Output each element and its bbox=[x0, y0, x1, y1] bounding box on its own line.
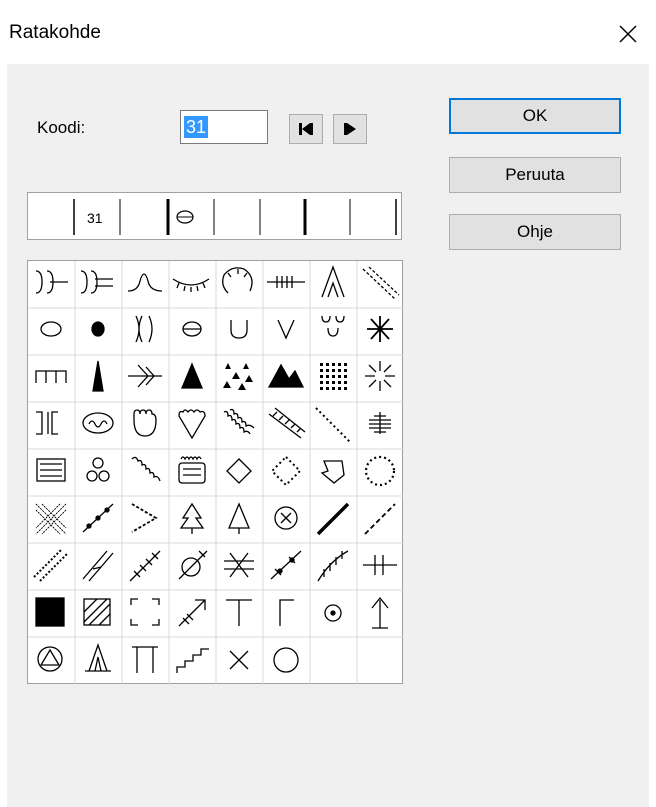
symbol-cell-46[interactable] bbox=[316, 502, 350, 536]
symbol-cell-21[interactable] bbox=[267, 363, 305, 388]
symbol-cell-10[interactable] bbox=[135, 315, 153, 343]
symbol-cell-68[interactable] bbox=[229, 650, 249, 670]
symbol-grid[interactable] bbox=[27, 260, 404, 685]
code-input[interactable]: 31 bbox=[180, 110, 268, 144]
window-title: Ratakohde bbox=[9, 22, 101, 43]
symbol-cell-9[interactable] bbox=[91, 321, 105, 337]
cancel-button[interactable]: Peruuta bbox=[449, 157, 621, 193]
symbol-cell-42[interactable] bbox=[131, 503, 158, 533]
symbol-cell-8[interactable] bbox=[40, 321, 62, 337]
symbol-cell-43[interactable] bbox=[179, 502, 205, 534]
symbol-cell-12[interactable] bbox=[230, 320, 248, 339]
symbol-cell-16[interactable] bbox=[35, 370, 67, 383]
symbol-cell-57[interactable] bbox=[83, 598, 111, 626]
symbol-cell-1[interactable] bbox=[80, 270, 113, 294]
symbol-cell-37[interactable] bbox=[270, 455, 302, 487]
symbol-cell-69[interactable] bbox=[273, 647, 299, 673]
symbol-cell-2[interactable] bbox=[127, 273, 163, 292]
symbol-cell-39[interactable] bbox=[364, 455, 396, 487]
symbol-cell-30[interactable] bbox=[315, 407, 351, 443]
symbol-cell-0[interactable] bbox=[35, 270, 68, 294]
symbol-cell-61[interactable] bbox=[279, 599, 294, 626]
symbol-cell-13[interactable] bbox=[277, 319, 295, 340]
symbol-cell-48[interactable] bbox=[33, 548, 69, 582]
symbol-cell-23[interactable] bbox=[365, 361, 395, 391]
symbol-cell-20[interactable] bbox=[223, 363, 253, 390]
symbol-cell-19[interactable] bbox=[181, 362, 203, 389]
symbol-cell-45[interactable] bbox=[274, 506, 298, 530]
symbol-cell-5[interactable] bbox=[267, 276, 305, 288]
symbol-cell-27[interactable] bbox=[178, 409, 206, 440]
symbol-preview: 31 bbox=[27, 192, 402, 240]
code-input-value: 31 bbox=[184, 116, 209, 138]
dialog-body: Koodi: 31 OK Peruuta Ohje 31 bbox=[7, 64, 649, 807]
symbol-cell-26[interactable] bbox=[133, 409, 157, 437]
symbol-cell-47[interactable] bbox=[364, 503, 396, 535]
symbol-cell-66[interactable] bbox=[132, 646, 158, 673]
symbol-cell-31[interactable] bbox=[369, 412, 391, 434]
play-next-icon bbox=[344, 123, 356, 135]
symbol-cell-60[interactable] bbox=[226, 599, 252, 626]
symbol-cell-17[interactable] bbox=[92, 360, 104, 392]
next-button[interactable] bbox=[333, 114, 367, 144]
symbol-cell-56[interactable] bbox=[35, 597, 65, 627]
symbol-cell-65[interactable] bbox=[85, 643, 111, 672]
symbol-cell-50[interactable] bbox=[129, 550, 161, 582]
symbol-cell-36[interactable] bbox=[226, 458, 252, 484]
preview-code: 31 bbox=[87, 210, 103, 226]
code-label: Koodi: bbox=[37, 118, 86, 137]
symbol-cell-3[interactable] bbox=[172, 278, 210, 292]
symbol-cell-18[interactable] bbox=[128, 364, 162, 388]
symbol-cell-59[interactable] bbox=[178, 599, 206, 627]
symbol-cell-51[interactable] bbox=[178, 550, 208, 580]
symbol-cell-15[interactable] bbox=[367, 316, 393, 342]
symbol-cell-52[interactable] bbox=[224, 552, 254, 578]
symbol-cell-11[interactable] bbox=[182, 321, 202, 337]
symbol-cell-29[interactable] bbox=[268, 407, 306, 439]
symbol-cell-38[interactable] bbox=[320, 460, 345, 484]
symbol-cell-63[interactable] bbox=[371, 596, 389, 629]
symbol-cell-64[interactable] bbox=[37, 646, 63, 672]
symbol-cell-40[interactable] bbox=[35, 503, 67, 535]
symbol-cell-67[interactable] bbox=[176, 648, 209, 673]
close-button[interactable] bbox=[600, 12, 656, 56]
first-button[interactable] bbox=[289, 114, 323, 144]
symbol-cell-32[interactable] bbox=[36, 458, 66, 482]
help-button[interactable]: Ohje bbox=[449, 214, 621, 250]
ok-button[interactable]: OK bbox=[449, 98, 621, 134]
symbol-cell-14[interactable] bbox=[321, 315, 345, 337]
close-icon bbox=[619, 25, 637, 43]
symbol-cell-53[interactable] bbox=[270, 550, 302, 580]
symbol-cell-33[interactable] bbox=[86, 457, 110, 482]
symbol-cell-41[interactable] bbox=[82, 503, 114, 533]
symbol-cell-22[interactable] bbox=[320, 363, 347, 390]
symbol-cell-55[interactable] bbox=[363, 555, 397, 575]
symbol-cell-7[interactable] bbox=[362, 266, 400, 300]
symbol-cell-54[interactable] bbox=[317, 550, 349, 582]
symbol-cell-49[interactable] bbox=[82, 550, 114, 582]
symbol-cell-24[interactable] bbox=[36, 411, 58, 435]
symbol-cell-34[interactable] bbox=[131, 456, 161, 482]
symbol-cell-58[interactable] bbox=[130, 598, 160, 626]
symbol-cell-62[interactable] bbox=[324, 604, 342, 622]
symbol-cell-35[interactable] bbox=[178, 456, 206, 484]
skip-to-first-icon bbox=[299, 123, 313, 135]
title-bar: Ratakohde bbox=[0, 0, 656, 64]
symbol-cell-4[interactable] bbox=[222, 267, 253, 294]
symbol-cell-44[interactable] bbox=[228, 502, 250, 534]
symbol-cell-28[interactable] bbox=[223, 408, 255, 435]
symbol-cell-25[interactable] bbox=[82, 412, 114, 434]
symbol-cell-6[interactable] bbox=[321, 265, 345, 298]
